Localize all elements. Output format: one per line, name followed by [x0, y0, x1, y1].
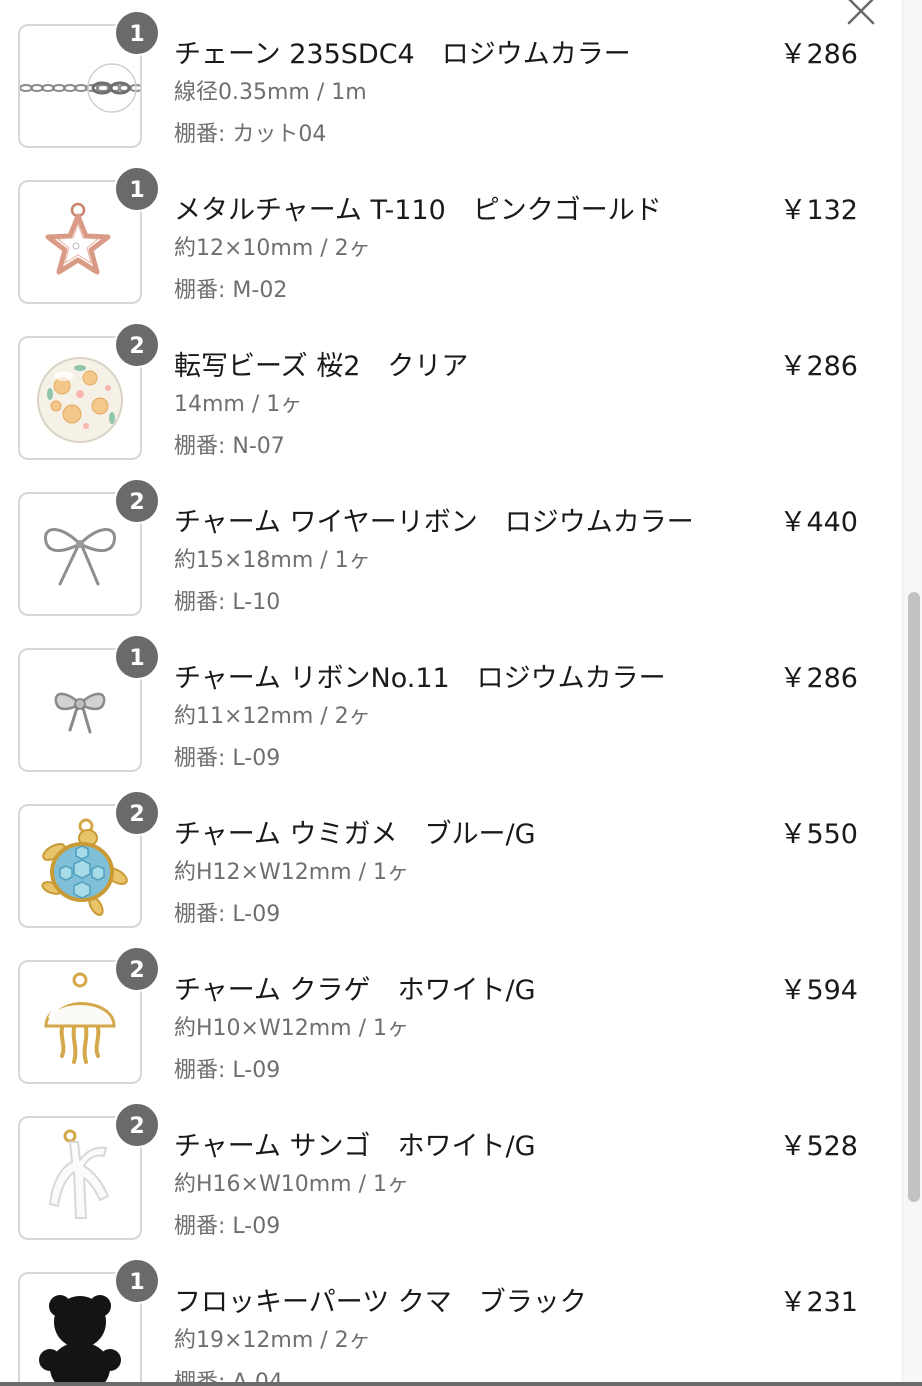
product-price: ￥440 [779, 507, 858, 538]
cart-item[interactable]: 2 チャーム サンゴ ホワイト/G 約H16×W10mm / 1ヶ 棚番: L-… [0, 1092, 900, 1248]
product-price: ￥528 [779, 1131, 858, 1162]
quantity-badge: 1 [114, 634, 160, 680]
shelf-number: 棚番: L-09 [174, 746, 281, 771]
product-spec: 約11×12mm / 2ヶ [174, 704, 371, 729]
product-price: ￥286 [779, 39, 858, 70]
quantity-badge: 2 [114, 478, 160, 524]
shelf-number: 棚番: L-10 [174, 590, 281, 615]
cart-item[interactable]: 2 チャーム ウミガメ ブルー/G 約H12×W12mm / 1ヶ 棚番: L-… [0, 780, 900, 936]
product-name[interactable]: チャーム ワイヤーリボン ロジウムカラー [174, 500, 694, 539]
cart-item[interactable]: 2 チャーム クラゲ ホワイト/G 約H10×W12mm / 1ヶ 棚番: L-… [0, 936, 900, 1092]
quantity-badge: 2 [114, 1102, 160, 1148]
quantity-badge: 2 [114, 946, 160, 992]
product-spec: 14mm / 1ヶ [174, 392, 303, 417]
cart-item[interactable]: 1 チェーン 235SDC4 ロジウムカラー 線径0.35mm / 1m 棚番:… [0, 0, 900, 156]
scrollbar-thumb[interactable] [908, 592, 920, 1202]
cart-item[interactable]: 2 チャーム ワイヤーリボン ロジウムカラー 約15×18mm / 1ヶ 棚番:… [0, 468, 900, 624]
product-spec: 線径0.35mm / 1m [174, 80, 367, 105]
close-button[interactable] [842, 0, 880, 30]
quantity-badge: 2 [114, 790, 160, 836]
product-spec: 約12×10mm / 2ヶ [174, 236, 371, 261]
product-spec: 約19×12mm / 2ヶ [174, 1328, 371, 1353]
cart-item[interactable]: 2 転写ビーズ 桜2 クリア 14mm / 1ヶ 棚番: N-07 ￥286 [0, 312, 900, 468]
product-spec: 約15×18mm / 1ヶ [174, 548, 371, 573]
cart-item[interactable]: 1 フロッキーパーツ クマ ブラック 約19×12mm / 2ヶ 棚番: A-0… [0, 1248, 900, 1386]
product-price: ￥286 [779, 663, 858, 694]
product-name[interactable]: チャーム ウミガメ ブルー/G [174, 812, 536, 851]
shelf-number: 棚番: L-09 [174, 1058, 281, 1083]
product-price: ￥286 [779, 351, 858, 382]
cart-item[interactable]: 1 メタルチャーム T-110 ピンクゴールド 約12×10mm / 2ヶ 棚番… [0, 156, 900, 312]
product-price: ￥231 [779, 1287, 858, 1318]
product-spec: 約H16×W10mm / 1ヶ [174, 1172, 409, 1197]
shelf-number: 棚番: M-02 [174, 278, 288, 303]
quantity-badge: 2 [114, 322, 160, 368]
product-price: ￥594 [779, 975, 858, 1006]
product-name[interactable]: チャーム リボンNo.11 ロジウムカラー [174, 656, 666, 695]
shelf-number: 棚番: カット04 [174, 122, 327, 147]
cart-panel: 1 チェーン 235SDC4 ロジウムカラー 線径0.35mm / 1m 棚番:… [0, 0, 922, 1386]
product-spec: 約H10×W12mm / 1ヶ [174, 1016, 409, 1041]
quantity-badge: 1 [114, 1258, 160, 1304]
product-name[interactable]: 転写ビーズ 桜2 クリア [174, 344, 468, 383]
product-price: ￥550 [779, 819, 858, 850]
shelf-number: 棚番: L-09 [174, 1214, 281, 1239]
product-price: ￥132 [779, 195, 858, 226]
quantity-badge: 1 [114, 10, 160, 56]
shelf-number: 棚番: N-07 [174, 434, 285, 459]
product-spec: 約H12×W12mm / 1ヶ [174, 860, 409, 885]
product-name[interactable]: チェーン 235SDC4 ロジウムカラー [174, 32, 631, 71]
product-name[interactable]: チャーム サンゴ ホワイト/G [174, 1124, 536, 1163]
cart-item[interactable]: 1 チャーム リボンNo.11 ロジウムカラー 約11×12mm / 2ヶ 棚番… [0, 624, 900, 780]
quantity-badge: 1 [114, 166, 160, 212]
shelf-number: 棚番: L-09 [174, 902, 281, 927]
product-name[interactable]: フロッキーパーツ クマ ブラック [174, 1280, 587, 1319]
product-name[interactable]: チャーム クラゲ ホワイト/G [174, 968, 536, 1007]
close-icon [847, 0, 875, 25]
window-bottom-edge [0, 1382, 922, 1386]
product-name[interactable]: メタルチャーム T-110 ピンクゴールド [174, 188, 662, 227]
